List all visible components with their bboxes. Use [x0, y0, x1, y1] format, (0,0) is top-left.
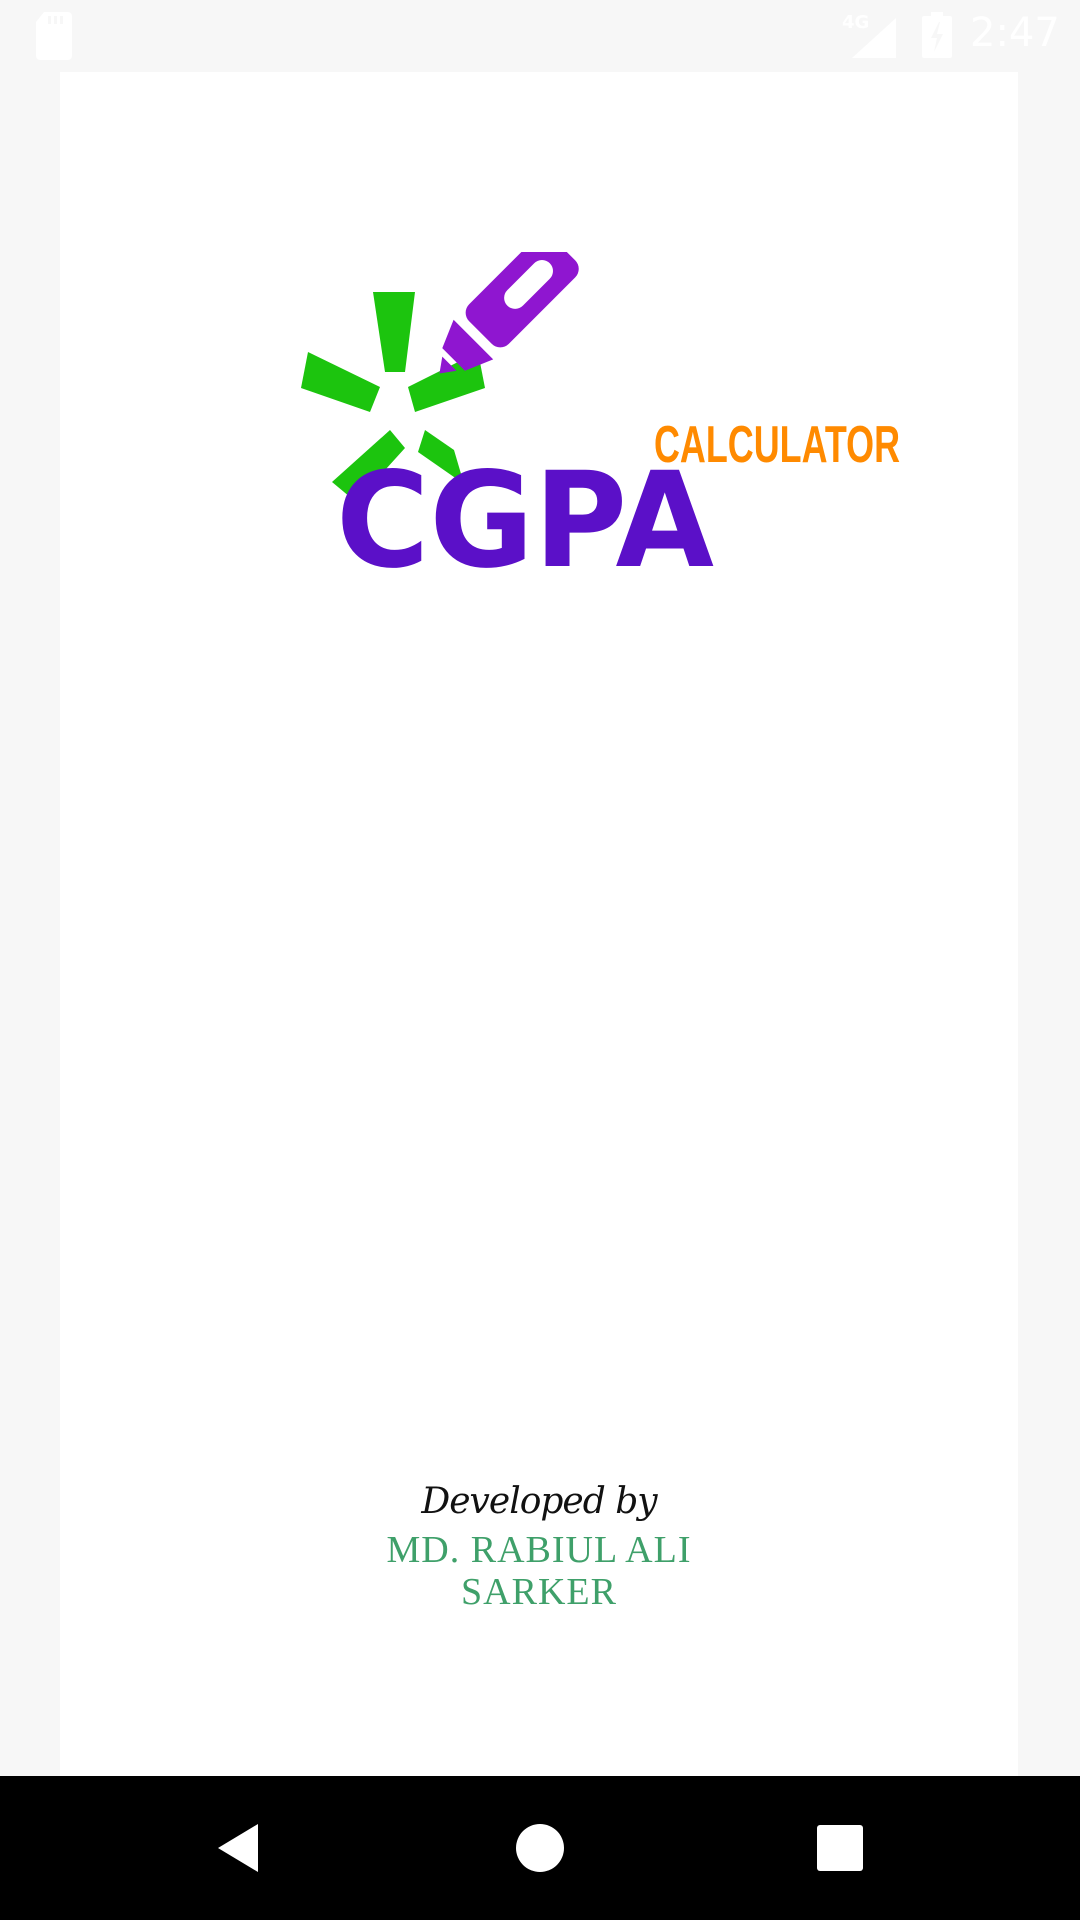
developer-name: MD. RABIUL ALI SARKER	[386, 1529, 692, 1613]
recents-icon[interactable]	[788, 1796, 892, 1900]
home-icon[interactable]	[488, 1796, 592, 1900]
sd-card-icon	[36, 12, 72, 60]
status-clock: 2:47	[970, 10, 1060, 56]
logo-sub-text: CALCULATOR	[654, 416, 900, 474]
status-bar: 4G 2:47	[0, 0, 1080, 72]
navigation-bar	[0, 1776, 1080, 1920]
signal-icon	[852, 18, 896, 58]
app-logo: CGPA CALCULATOR	[301, 252, 900, 592]
back-icon[interactable]	[188, 1796, 292, 1900]
splash-card: CGPA CALCULATOR Developed by MD. RABIUL …	[60, 72, 1018, 1776]
developed-by-label: Developed by	[421, 1481, 657, 1522]
credits: Developed by MD. RABIUL ALI SARKER	[60, 1477, 1018, 1613]
battery-icon	[922, 12, 952, 58]
pen-icon	[439, 252, 579, 374]
